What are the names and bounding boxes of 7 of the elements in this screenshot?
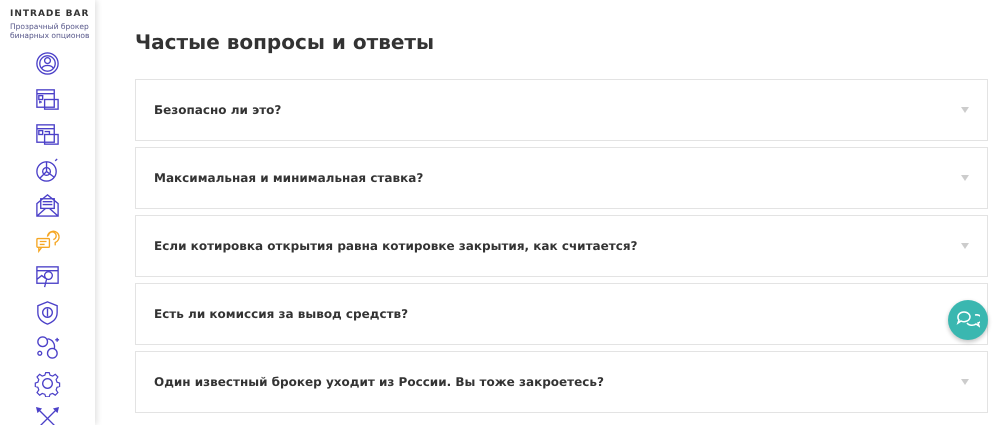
faq-item[interactable]: Максимальная и минимальная ставка? — [135, 147, 988, 209]
faq-item[interactable]: Один известный брокер уходит из России. Вы тоже закроетесь? — [135, 351, 988, 413]
page-title: Частые вопросы и ответы — [135, 30, 436, 54]
faq-item[interactable]: Есть ли комиссия за вывод средств? — [135, 283, 988, 345]
logo: INTRADE BAR — [10, 9, 90, 19]
faq-item[interactable]: Если котировка открытия равна котировке закрытия, как считается? — [135, 215, 988, 277]
faq-item[interactable]: Безопасно ли это? — [135, 79, 988, 141]
